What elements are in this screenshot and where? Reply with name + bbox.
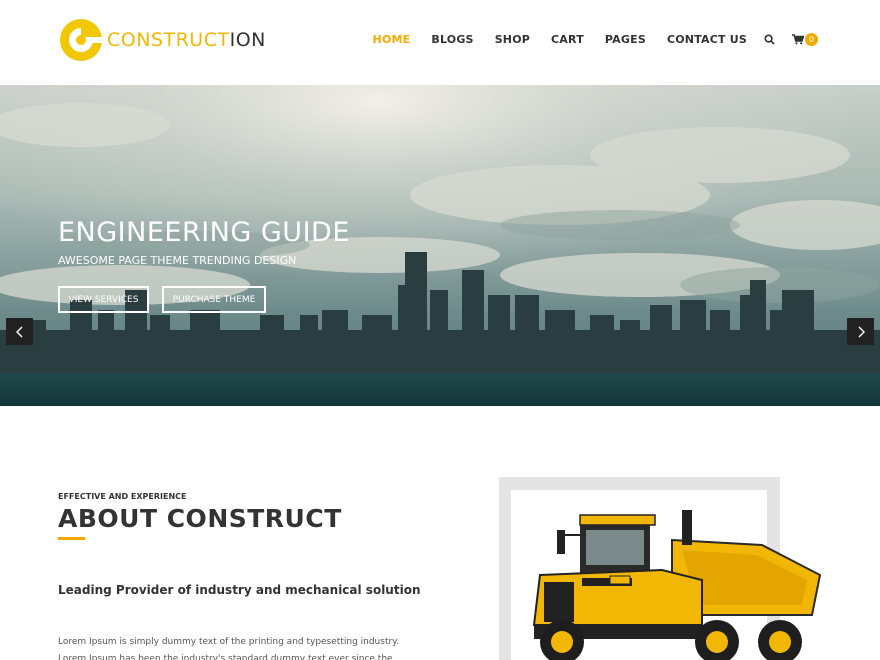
dump-truck-image (532, 510, 822, 660)
slider-prev-button[interactable] (6, 318, 33, 345)
about-lead: Leading Provider of industry and mechani… (58, 583, 421, 597)
chevron-right-icon (858, 326, 865, 337)
purchase-theme-button[interactable]: PURCHASE THEME (162, 286, 266, 313)
about-eyebrow: EFFECTIVE AND EXPERIENCE (58, 492, 187, 501)
chevron-left-icon (15, 326, 22, 337)
logo-text-part2: ION (229, 29, 266, 51)
about-title: ABOUT CONSTRUCT (58, 504, 342, 533)
nav-item-pages[interactable]: PAGES (605, 33, 646, 46)
cart-icon (792, 34, 804, 45)
logo-text: CONSTRUCTION (107, 18, 266, 62)
hero-subtitle: AWESOME PAGE THEME TRENDING DESIGN (58, 254, 297, 267)
site-header: CONSTRUCTION HOME BLOGS SHOP CART PAGES … (0, 0, 880, 85)
search-icon[interactable] (764, 34, 775, 45)
cart-count-badge: 0 (805, 33, 818, 46)
about-title-underline (58, 537, 85, 540)
hero-title: ENGINEERING GUIDE (58, 217, 350, 248)
logo-text-part1: CONSTRUCT (107, 29, 230, 51)
view-services-button[interactable]: VIEW SERVICES (58, 286, 149, 313)
about-body: Lorem Ipsum is simply dummy text of the … (58, 637, 400, 660)
slider-next-button[interactable] (847, 318, 874, 345)
nav-item-shop[interactable]: SHOP (495, 33, 530, 46)
nav-item-home[interactable]: HOME (373, 33, 411, 46)
site-logo[interactable]: CONSTRUCTION (59, 18, 266, 62)
nav-item-contact-us[interactable]: CONTACT US (667, 33, 747, 46)
logo-mark-icon (60, 19, 103, 61)
main-nav: HOME BLOGS SHOP CART PAGES CONTACT US 0 (352, 33, 818, 46)
cart-button[interactable]: 0 (792, 33, 818, 46)
nav-item-cart[interactable]: CART (551, 33, 584, 46)
nav-item-blogs[interactable]: BLOGS (431, 33, 473, 46)
